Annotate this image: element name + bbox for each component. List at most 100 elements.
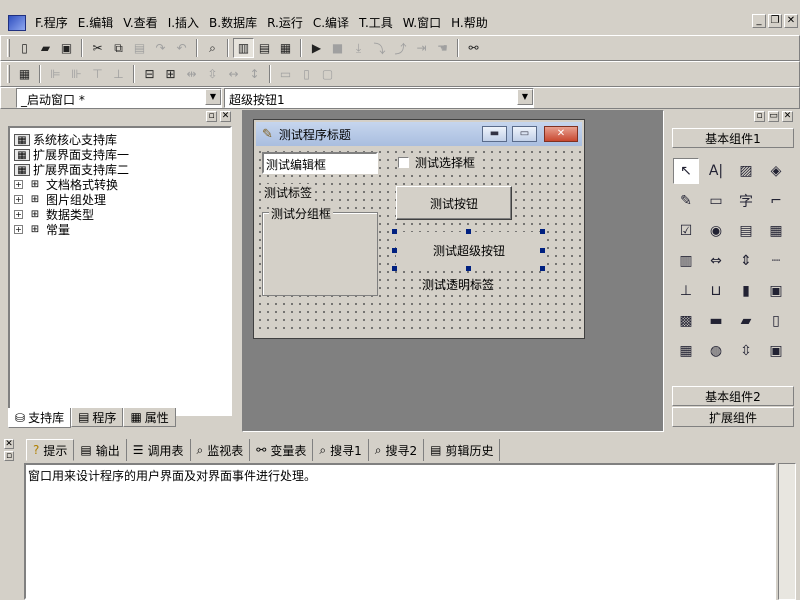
category-basic-2-button[interactable]: 基本组件2 xyxy=(672,386,794,406)
category-basic-1-button[interactable]: 基本组件1 xyxy=(672,128,794,148)
tab-support-library[interactable]: ⛁ 支持库 xyxy=(8,408,72,428)
selection-handle[interactable] xyxy=(466,229,471,234)
menu-item[interactable]: H.帮助 xyxy=(446,13,493,33)
panel-pin-button[interactable]: ▫ xyxy=(754,111,765,122)
radio-tool-icon[interactable]: ◉ xyxy=(703,218,729,244)
find-icon[interactable]: ⌕ xyxy=(202,38,223,58)
test-checkbox[interactable]: 测试选择框 xyxy=(398,154,479,171)
selection-handle[interactable] xyxy=(540,266,545,271)
combobox-tool-icon[interactable]: ▦ xyxy=(763,218,789,244)
bottom-tab[interactable]: ⌕ 监视表 xyxy=(191,439,251,461)
scrollbar-h-tool-icon[interactable]: ⇔ xyxy=(703,248,729,274)
tree-item[interactable]: ▦ 扩展界面支持库二 xyxy=(14,162,129,177)
checkbox-tool-icon[interactable]: ☑ xyxy=(673,218,699,244)
same-height-icon[interactable]: ↕ xyxy=(244,64,265,84)
step-into-icon[interactable]: ⤓ xyxy=(348,38,369,58)
line-tool-icon[interactable]: ⌐ xyxy=(763,188,789,214)
bottom-tab[interactable]: ⌕ 搜寻1 xyxy=(313,439,369,461)
form-minimize-button[interactable]: ▬ xyxy=(482,126,507,142)
list-tool-icon[interactable]: ▥ xyxy=(673,248,699,274)
align-left-icon[interactable]: ⊫ xyxy=(45,64,66,84)
bottom-pin-button[interactable]: ▫ xyxy=(4,451,14,461)
make-same-height-icon[interactable]: ▯ xyxy=(296,64,317,84)
panel-close-button[interactable]: ✕ xyxy=(782,111,793,122)
expand-icon[interactable]: + xyxy=(14,225,23,234)
space-down-icon[interactable]: ⇳ xyxy=(202,64,223,84)
separator-tool-icon[interactable]: ┈ xyxy=(763,248,789,274)
menu-item[interactable]: I.插入 xyxy=(163,13,204,33)
menu-item[interactable]: V.查看 xyxy=(118,13,162,33)
label-tool-icon[interactable]: A| xyxy=(703,158,729,184)
chevron-down-icon[interactable]: ▼ xyxy=(205,89,221,105)
bottom-close-button[interactable]: ✕ xyxy=(4,439,14,449)
test-super-button[interactable]: 测试超级按钮 xyxy=(396,232,542,268)
globe-tool-icon[interactable]: ◍ xyxy=(703,338,729,364)
menu-item[interactable]: F.程序 xyxy=(30,13,73,33)
selection-handle[interactable] xyxy=(540,229,545,234)
align-bottom-icon[interactable]: ⊥ xyxy=(108,64,129,84)
center-vertical-icon[interactable]: ⊞ xyxy=(160,64,181,84)
undo-icon[interactable]: ↶ xyxy=(171,38,192,58)
stop-icon[interactable]: ■ xyxy=(327,38,348,58)
test-group-box[interactable]: 测试分组框 xyxy=(262,205,378,296)
checkbox-box[interactable] xyxy=(398,157,409,168)
menu-item[interactable]: T.工具 xyxy=(354,13,398,33)
tab-properties[interactable]: ▦ 属性 xyxy=(123,408,176,427)
bottom-tab[interactable]: ▤ 剪辑历史 xyxy=(424,439,501,461)
cut-icon[interactable]: ✂ xyxy=(87,38,108,58)
window-selector-combo[interactable]: _启动窗口 * ▼ xyxy=(16,88,222,108)
bottom-tab[interactable]: ☰ 调用表 xyxy=(127,439,191,461)
menu-item[interactable]: W.窗口 xyxy=(398,13,446,33)
bottom-tab[interactable]: ⌕ 搜寻2 xyxy=(369,439,425,461)
media-tool-icon[interactable]: ▣ xyxy=(763,338,789,364)
layout-view-2-icon[interactable]: ▤ xyxy=(254,38,275,58)
make-same-size-icon[interactable]: ▢ xyxy=(317,64,338,84)
picture-tool-icon[interactable]: ▨ xyxy=(733,158,759,184)
copy-icon[interactable]: ⧉ xyxy=(108,38,129,58)
save-icon[interactable]: ▣ xyxy=(56,38,77,58)
tree-item[interactable]: ▦ 系统核心支持库 xyxy=(14,132,117,147)
menu-item[interactable]: R.运行 xyxy=(262,13,308,33)
scrollbar-v-tool-icon[interactable]: ⇕ xyxy=(733,248,759,274)
grid-tool-icon[interactable]: ▦ xyxy=(673,338,699,364)
ruler-tool-icon[interactable]: ⊥ xyxy=(673,278,699,304)
tree-item[interactable]: + ⊞ 数据类型 xyxy=(14,207,94,222)
panel-pin-button[interactable]: ▫ xyxy=(206,111,217,122)
menu-item[interactable]: B.数据库 xyxy=(204,13,262,33)
tree-item[interactable]: + ⊞ 图片组处理 xyxy=(14,192,106,207)
input-tool-icon[interactable]: ▬ xyxy=(703,308,729,334)
bottom-tab[interactable]: ▤ 输出 xyxy=(74,439,127,461)
bottom-tab[interactable]: ? 提示 xyxy=(26,439,75,461)
edit-tool-icon[interactable]: ✎ xyxy=(673,188,699,214)
spinner-tool-icon[interactable]: ⇳ xyxy=(733,338,759,364)
expand-icon[interactable]: + xyxy=(14,210,23,219)
expand-icon[interactable]: + xyxy=(14,180,23,189)
mdi-restore-button[interactable]: ❐ xyxy=(768,14,782,28)
form-maximize-button[interactable]: ▭ xyxy=(512,126,537,142)
selection-handle[interactable] xyxy=(392,248,397,253)
file-tool-icon[interactable]: ▯ xyxy=(763,308,789,334)
tree-item[interactable]: ▦ 扩展界面支持库一 xyxy=(14,147,129,162)
test-button[interactable]: 测试按钮 xyxy=(396,186,512,220)
folder-tool-icon[interactable]: ▰ xyxy=(733,308,759,334)
selection-handle[interactable] xyxy=(540,248,545,253)
button-tool-icon[interactable]: ▭ xyxy=(703,188,729,214)
run-to-cursor-icon[interactable]: ⇥ xyxy=(411,38,432,58)
tree-item[interactable]: + ⊞ 常量 xyxy=(14,222,70,237)
bar-tool-icon[interactable]: ▮ xyxy=(733,278,759,304)
make-same-width-icon[interactable]: ▭ xyxy=(275,64,296,84)
menu-item[interactable]: E.编辑 xyxy=(73,13,118,33)
selection-handle[interactable] xyxy=(392,266,397,271)
layout-view-1-icon[interactable]: ▥ xyxy=(233,38,254,58)
mdi-close-button[interactable]: ✕ xyxy=(784,14,798,28)
panel-float-button[interactable]: ▭ xyxy=(768,111,779,122)
expand-icon[interactable]: + xyxy=(14,195,23,204)
bracket-tool-icon[interactable]: ⊔ xyxy=(703,278,729,304)
output-text-area[interactable]: 窗口用来设计程序的用户界面及对界面事件进行处理。 xyxy=(24,463,776,600)
paste-icon[interactable]: ▤ xyxy=(129,38,150,58)
test-edit-box[interactable]: 测试编辑框 xyxy=(262,152,378,174)
tree-item[interactable]: + ⊞ 文档格式转换 xyxy=(14,177,118,192)
align-center-icon[interactable]: ⊪ xyxy=(66,64,87,84)
step-over-icon[interactable]: ⤵ xyxy=(369,38,390,58)
calendar-tool-icon[interactable]: ▩ xyxy=(673,308,699,334)
